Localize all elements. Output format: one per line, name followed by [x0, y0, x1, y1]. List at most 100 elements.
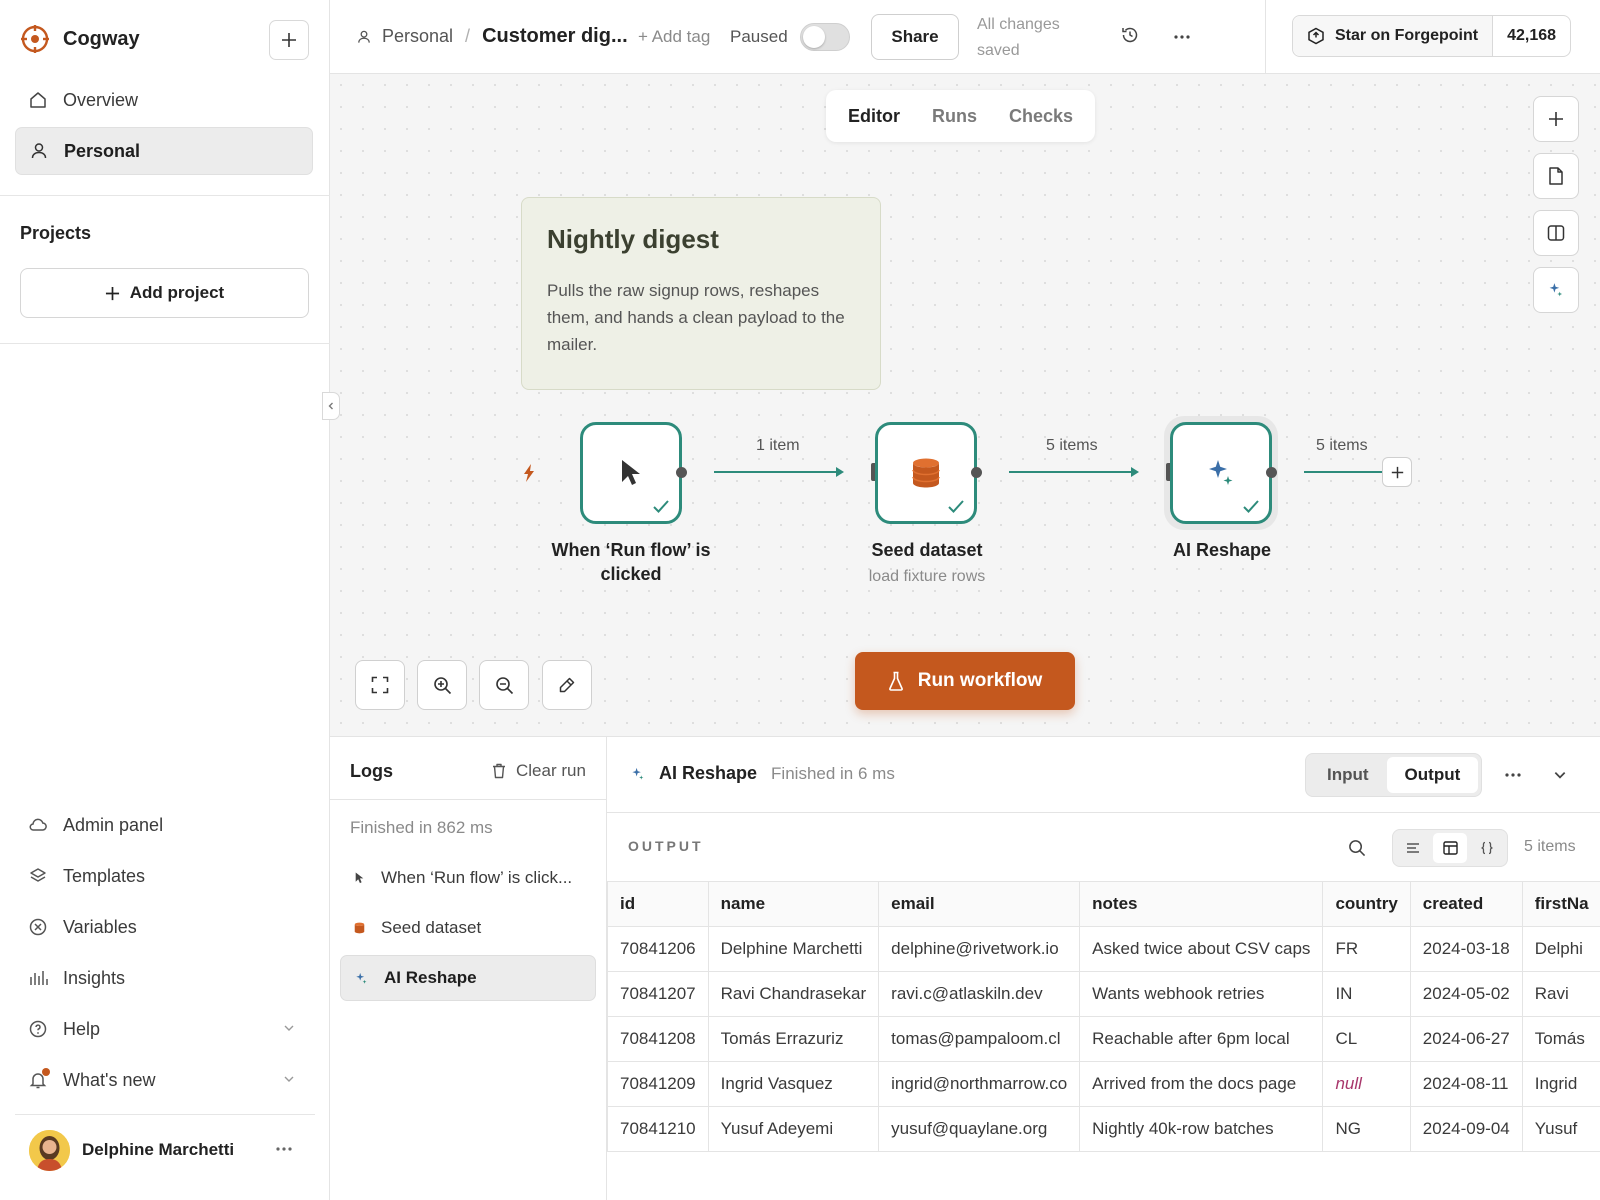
table-cell: Asked twice about CSV caps [1079, 926, 1324, 972]
history-icon[interactable] [1120, 25, 1140, 45]
table-cell: yusuf@quaylane.org [878, 1106, 1081, 1152]
add-tag-button[interactable]: + Add tag [638, 27, 710, 47]
column-header[interactable]: created [1409, 881, 1523, 927]
search-icon[interactable] [1348, 839, 1366, 857]
json-view-button[interactable] [1470, 833, 1504, 863]
run-workflow-button[interactable]: Run workflow [855, 652, 1075, 710]
notification-dot [42, 1068, 50, 1076]
avatar [29, 1129, 70, 1171]
add-node-button[interactable] [1382, 457, 1412, 487]
workflow-canvas[interactable]: Editor Runs Checks Nightly digest Pulls … [330, 74, 1600, 736]
sticky-note[interactable]: Nightly digest Pulls the raw signup rows… [521, 197, 881, 390]
output-tab[interactable]: Output [1386, 757, 1479, 793]
node-manual-trigger[interactable] [580, 422, 682, 524]
tidy-up-button[interactable] [542, 660, 592, 710]
plus-icon [1549, 112, 1563, 126]
connection-edge[interactable] [1009, 465, 1143, 479]
table-cell: tomas@pampaloom.cl [878, 1016, 1081, 1062]
workflow-header: Personal / Customer dig... + Add tag Pau… [330, 0, 1600, 74]
log-item-ai-reshape[interactable]: AI Reshape [340, 955, 596, 1001]
schema-view-button[interactable] [1396, 833, 1430, 863]
log-item-seed-dataset[interactable]: Seed dataset [340, 905, 596, 951]
nav-insights[interactable]: Insights [15, 957, 313, 999]
log-item-label: AI Reshape [384, 968, 477, 987]
add-project-label: Add project [129, 283, 225, 302]
table-cell: 2024-05-02 [1409, 971, 1523, 1017]
ai-assistant-button[interactable] [1533, 267, 1579, 313]
more-options-icon[interactable] [1173, 34, 1191, 40]
star-label-segment[interactable]: Star on Forgepoint [1293, 16, 1494, 56]
table-view-button[interactable] [1433, 833, 1467, 863]
divider [330, 799, 607, 800]
table-cell: 70841208 [607, 1016, 709, 1062]
node-ai-reshape[interactable] [1170, 422, 1272, 524]
nav-overview[interactable]: Overview [15, 76, 313, 124]
check-icon [1243, 500, 1259, 513]
split-panel-icon [1547, 225, 1565, 241]
tab-editor[interactable]: Editor [834, 96, 914, 136]
toggle-panel-button[interactable] [1533, 210, 1579, 256]
tab-runs[interactable]: Runs [918, 96, 991, 136]
star-repo-button[interactable]: Star on Forgepoint 42,168 [1292, 15, 1572, 57]
connection-edge[interactable] [714, 465, 848, 479]
workflow-name[interactable]: Customer dig... [482, 25, 628, 48]
brand[interactable]: Cogway [20, 24, 140, 54]
table-cell: Yusuf Adeyemi [707, 1106, 880, 1152]
insights-icon [30, 971, 48, 985]
output-port[interactable] [1266, 467, 1277, 478]
connection-edge[interactable] [1304, 465, 1384, 479]
chevron-down-icon[interactable] [1553, 768, 1567, 782]
node-sublabel: load fixture rows [868, 568, 986, 585]
tab-checks[interactable]: Checks [995, 96, 1087, 136]
node-seed-dataset[interactable] [875, 422, 977, 524]
nav-personal[interactable]: Personal [15, 127, 313, 175]
column-header[interactable]: notes [1079, 881, 1324, 927]
breadcrumb: Personal / Customer dig... [356, 25, 628, 48]
column-header[interactable]: name [707, 881, 880, 927]
sparkles-icon [1209, 460, 1233, 485]
log-item-trigger[interactable]: When ‘Run flow’ is click... [340, 855, 596, 901]
output-port[interactable] [971, 467, 982, 478]
output-header: AI Reshape Finished in 6 ms Input Output [607, 737, 1600, 813]
column-header[interactable]: firstNa [1521, 881, 1600, 927]
nav-variables[interactable]: Variables [15, 906, 313, 948]
nav-templates[interactable]: Templates [15, 855, 313, 897]
column-header[interactable]: email [878, 881, 1081, 927]
more-options-icon[interactable] [1504, 772, 1522, 778]
active-toggle[interactable] [800, 23, 850, 51]
nav-admin-panel[interactable]: Admin panel [15, 804, 313, 846]
app-name: Cogway [63, 27, 140, 50]
share-button[interactable]: Share [871, 14, 959, 60]
sticky-note-tool-button[interactable] [1533, 153, 1579, 199]
run-duration: Finished in 862 ms [350, 818, 493, 837]
column-header[interactable]: id [607, 881, 709, 927]
add-project-button[interactable]: Add project [20, 268, 309, 318]
clear-run-button[interactable]: Clear run [492, 761, 586, 781]
user-menu[interactable]: Delphine Marchetti [15, 1128, 313, 1172]
table-cell: IN [1322, 971, 1411, 1017]
user-icon [358, 30, 370, 43]
plus-icon [1391, 466, 1403, 478]
output-node-title: AI Reshape Finished in 6 ms [631, 763, 895, 784]
add-node-tool-button[interactable] [1533, 96, 1579, 142]
user-name: Delphine Marchetti [82, 1140, 235, 1159]
zoom-in-button[interactable] [417, 660, 467, 710]
output-node-name: AI Reshape [659, 763, 758, 783]
output-port[interactable] [676, 467, 687, 478]
nav-whats-new[interactable]: What's new [15, 1059, 313, 1101]
table-cell: Ravi Chandrasekar [707, 971, 880, 1017]
breadcrumb-parent[interactable]: Personal [382, 26, 453, 47]
column-header[interactable]: country [1322, 881, 1411, 927]
table-cell: Yusuf [1521, 1106, 1600, 1152]
nav-help[interactable]: Help [15, 1008, 313, 1050]
table-cell: Tomás Errazuriz [707, 1016, 880, 1062]
fit-view-button[interactable] [355, 660, 405, 710]
node-label: When ‘Run flow’ is clicked [551, 540, 711, 584]
collapse-sidebar-button[interactable] [322, 392, 340, 420]
input-tab[interactable]: Input [1309, 757, 1387, 793]
zoom-out-button[interactable] [479, 660, 529, 710]
new-item-button[interactable] [269, 20, 309, 60]
eraser-icon [559, 677, 575, 693]
table-cell: Ravi [1521, 971, 1600, 1017]
user-icon [31, 143, 47, 159]
